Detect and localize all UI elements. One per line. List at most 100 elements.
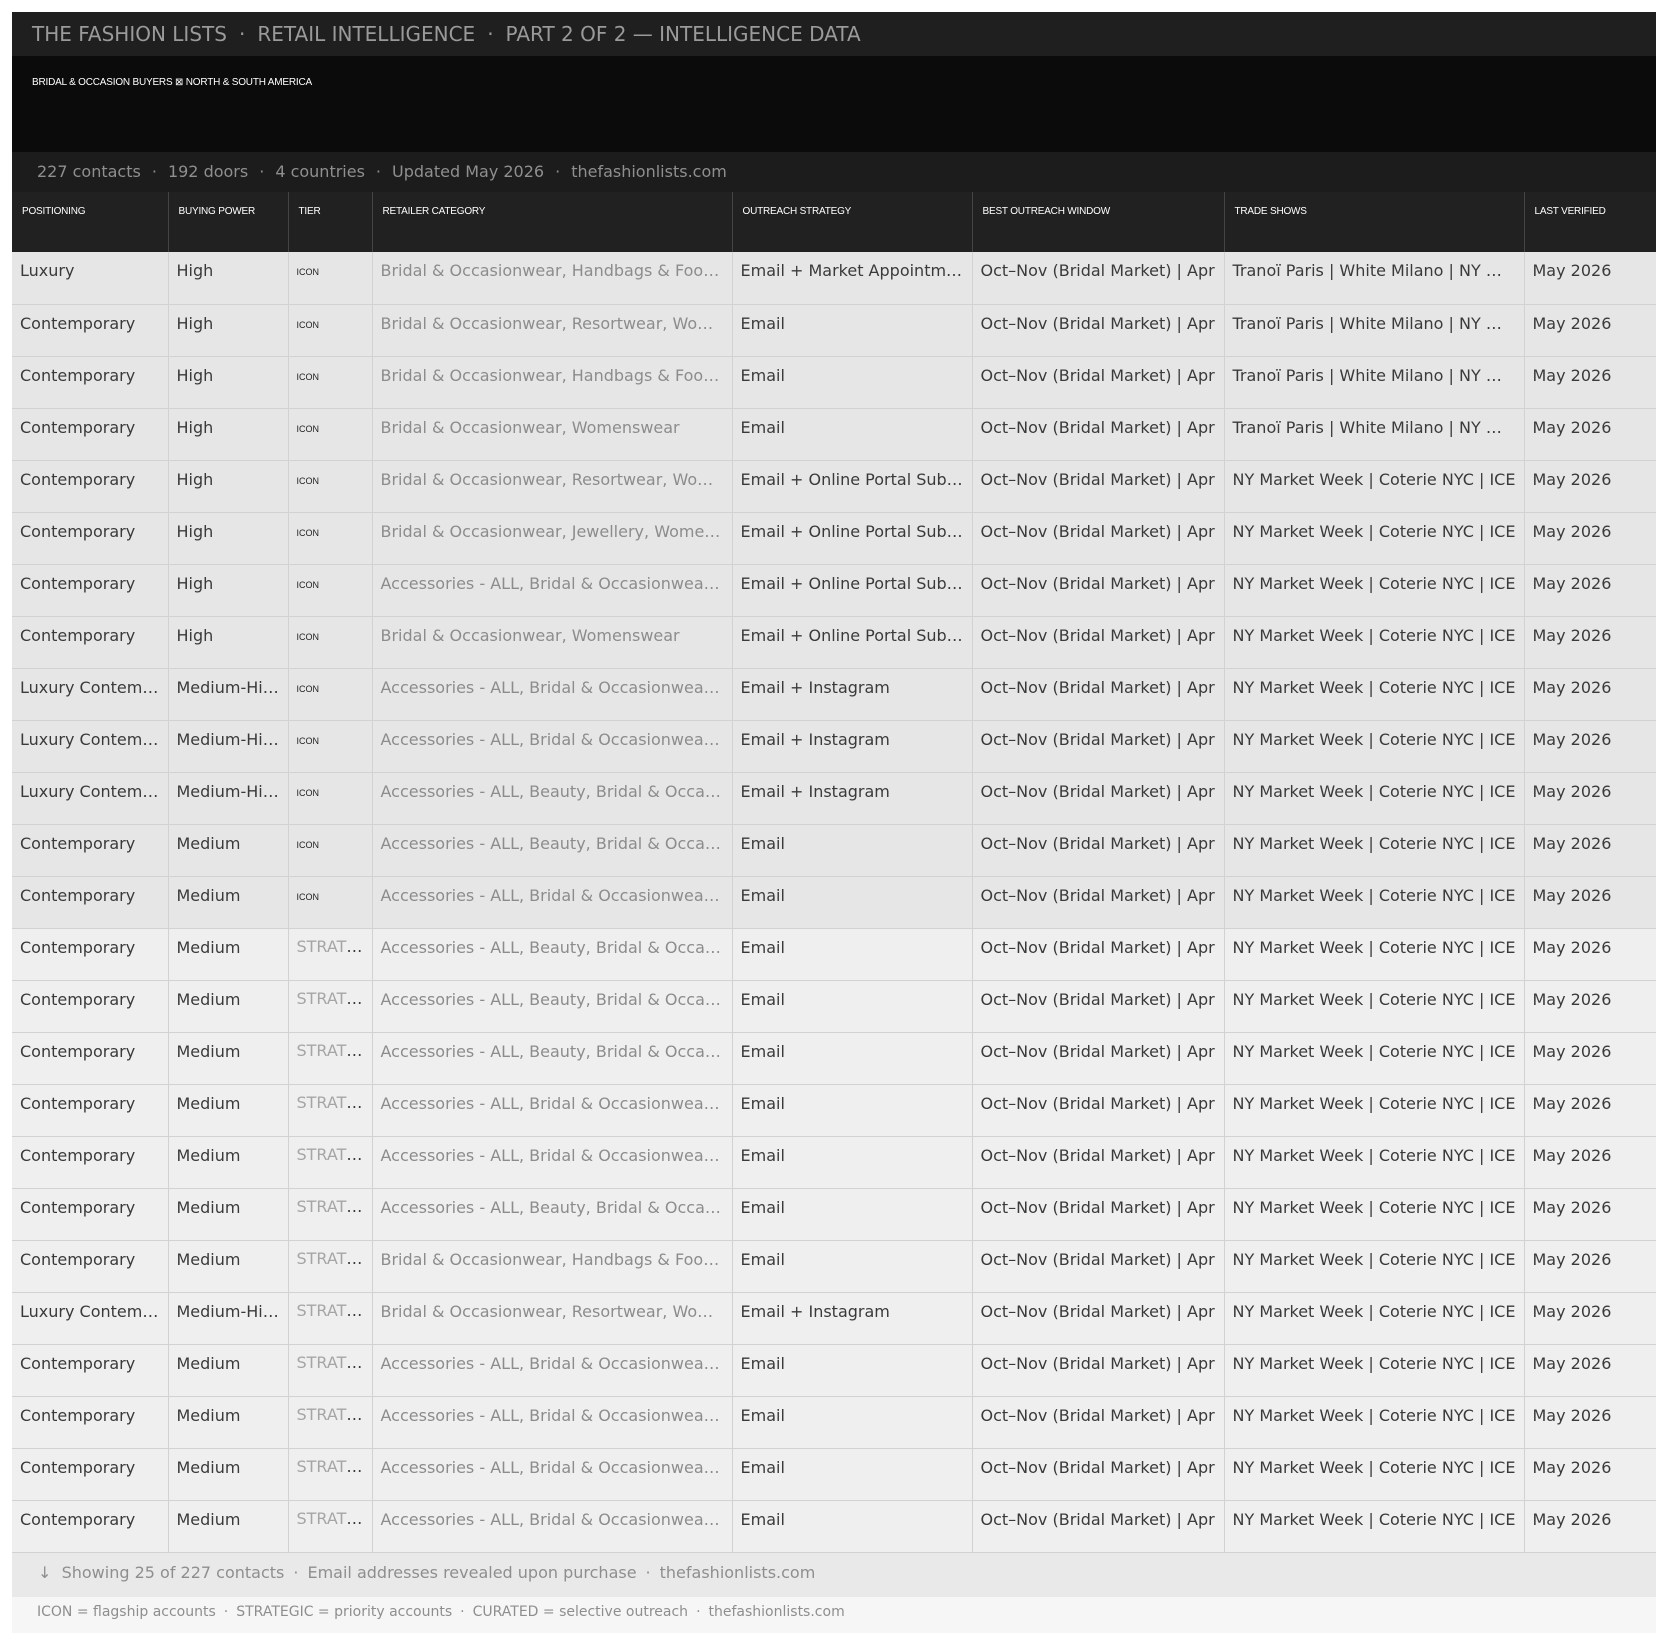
table-row[interactable]: Contemporary High ICON Bridal & Occasionwea… — [12, 512, 1656, 565]
cell-retailer-category: Accessories - ALL, Bridal & Occasionwear… — [372, 1448, 733, 1501]
table-row[interactable]: Contemporary High ICON Bridal & Occasionwea… — [12, 616, 1656, 669]
cell-tier: ICON — [288, 564, 373, 617]
countries-count: 4 countries — [275, 162, 365, 181]
cell-trade-shows: NY Market Week | Coterie NYC | ICE — [1224, 928, 1525, 981]
table-row[interactable]: ContemporaryMedium STRATEGICAccessories -… — [12, 1188, 1656, 1241]
table-row[interactable]: ContemporaryMedium STRATEGICAccessories -… — [12, 928, 1656, 981]
table-row[interactable]: Contemporary Medium ICON Accessories - ALL,… — [12, 824, 1656, 877]
cell-positioning: Contemporary — [12, 1240, 169, 1293]
cell-outreach-strategy: Email + Online Portal Submission — [732, 460, 973, 513]
table-row[interactable]: Contemporary Medium ICON Accessories - ALL,… — [12, 876, 1656, 929]
col-last-verified[interactable]: LAST VERIFIED — [1524, 192, 1656, 252]
table-row[interactable]: Luxury ContemporaryMedium-High ICON Access… — [12, 720, 1656, 773]
cell-tier: ICON — [288, 304, 373, 357]
site-link[interactable]: thefashionlists.com — [571, 162, 727, 181]
list-subtitle: BRIDAL & OCCASION BUYERS ⊠ NORTH & SOUTH… — [32, 77, 312, 88]
cell-buying-power: Medium — [168, 1344, 289, 1397]
separator: · — [151, 162, 157, 181]
cell-retailer-category: Bridal & Occasionwear, Handbags & Footwe… — [372, 356, 733, 409]
cell-last-verified: May 2026 — [1524, 356, 1656, 409]
col-positioning[interactable]: POSITIONING — [12, 192, 169, 252]
table-row[interactable]: ContemporaryMedium STRATEGICAccessories -… — [12, 1084, 1656, 1137]
tier-badge: STRATEGIC — [296, 1040, 372, 1060]
contacts-count: 227 contacts — [37, 162, 141, 181]
cell-trade-shows: Tranoï Paris | White Milano | NY Market … — [1224, 252, 1525, 305]
cell-outreach-window: Oct–Nov (Bridal Market) | Apr — [972, 304, 1225, 357]
tier-badge: STRATEGIC — [296, 988, 372, 1008]
table-row[interactable]: ContemporaryMedium STRATEGICAccessories -… — [12, 1448, 1656, 1501]
intelligence-table: POSITIONING BUYING POWER TIER RETAILER C… — [12, 192, 1656, 1553]
cell-buying-power: Medium — [168, 1032, 289, 1085]
cell-retailer-category: Bridal & Occasionwear, Womenswear — [372, 408, 733, 461]
table-row[interactable]: ContemporaryMedium STRATEGICAccessories -… — [12, 1032, 1656, 1085]
table-row[interactable]: ContemporaryMedium STRATEGICAccessories -… — [12, 1396, 1656, 1449]
cell-buying-power: Medium — [168, 1188, 289, 1241]
table-row[interactable]: Contemporary High ICON Bridal & Occasionwea… — [12, 460, 1656, 513]
cell-trade-shows: NY Market Week | Coterie NYC | ICE — [1224, 1448, 1525, 1501]
cell-retailer-category: Bridal & Occasionwear, Jewellery, Womens… — [372, 512, 733, 565]
legend-site-link[interactable]: thefashionlists.com — [709, 1604, 845, 1620]
cell-tier: STRATEGIC — [288, 980, 373, 1033]
table-row[interactable]: Luxury ContemporaryMedium-High STRATEGICB… — [12, 1292, 1656, 1345]
table-row[interactable]: ContemporaryMedium STRATEGICAccessories -… — [12, 1136, 1656, 1189]
tier-badge: STRATEGIC — [296, 1196, 372, 1216]
cell-positioning: Luxury — [12, 252, 169, 305]
table-row[interactable]: ContemporaryMedium STRATEGICAccessories -… — [12, 1500, 1656, 1553]
table-row[interactable]: ContemporaryMedium STRATEGICBridal & Occa… — [12, 1240, 1656, 1293]
cell-buying-power: Medium — [168, 1396, 289, 1449]
cell-retailer-category: Bridal & Occasionwear, Womenswear — [372, 616, 733, 669]
cell-trade-shows: NY Market Week | Coterie NYC | ICE — [1224, 512, 1525, 565]
col-trade-shows[interactable]: TRADE SHOWS — [1224, 192, 1525, 252]
cell-outreach-strategy: Email — [732, 1084, 973, 1137]
cell-buying-power: Medium — [168, 876, 289, 929]
tier-badge: STRATEGIC — [296, 1404, 372, 1424]
table-row[interactable]: Luxury ContemporaryMedium-High ICON Access… — [12, 772, 1656, 825]
table-row[interactable]: ContemporaryMedium STRATEGICAccessories -… — [12, 1344, 1656, 1397]
cell-positioning: Contemporary — [12, 408, 169, 461]
cell-positioning: Contemporary — [12, 980, 169, 1033]
cell-buying-power: Medium — [168, 824, 289, 877]
tier-badge: STRATEGIC — [296, 1144, 372, 1164]
cell-retailer-category: Accessories - ALL, Bridal & Occasionwear… — [372, 1396, 733, 1449]
col-best-outreach-window[interactable]: BEST OUTREACH WINDOW — [972, 192, 1225, 252]
separator: · — [238, 22, 246, 46]
cell-trade-shows: NY Market Week | Coterie NYC | ICE — [1224, 1136, 1525, 1189]
table-row[interactable]: Contemporary High ICON Bridal & Occasionwea… — [12, 356, 1656, 409]
col-retailer-category[interactable]: RETAILER CATEGORY — [372, 192, 733, 252]
cell-tier: STRATEGIC — [288, 1188, 373, 1241]
cell-retailer-category: Accessories - ALL, Bridal & Occasionwear… — [372, 1136, 733, 1189]
footer-site-link[interactable]: thefashionlists.com — [660, 1563, 816, 1582]
cell-buying-power: Medium — [168, 1500, 289, 1553]
cell-tier: ICON — [288, 720, 373, 773]
cell-trade-shows: NY Market Week | Coterie NYC | ICE — [1224, 1188, 1525, 1241]
cell-outreach-window: Oct–Nov (Bridal Market) | Apr — [972, 616, 1225, 669]
cell-retailer-category: Accessories - ALL, Bridal & Occasionwear… — [372, 1344, 733, 1397]
table-row[interactable]: Contemporary High ICON Accessories - ALL, B… — [12, 564, 1656, 617]
col-outreach-strategy[interactable]: OUTREACH STRATEGY — [732, 192, 973, 252]
cell-buying-power: High — [168, 408, 289, 461]
col-buying-power[interactable]: BUYING POWER — [168, 192, 289, 252]
cell-retailer-category: Accessories - ALL, Beauty, Bridal & Occa… — [372, 772, 733, 825]
document-frame: THE FASHION LISTS · RETAIL INTELLIGENCE · PA… — [12, 12, 1656, 1633]
cell-trade-shows: NY Market Week | Coterie NYC | ICE — [1224, 1084, 1525, 1137]
table-row[interactable]: Luxury High ICON Bridal & Occasionwear, Han… — [12, 252, 1656, 305]
cell-last-verified: May 2026 — [1524, 1500, 1656, 1553]
cell-tier: STRATEGIC — [288, 1500, 373, 1553]
col-tier[interactable]: TIER — [288, 192, 373, 252]
legend-icon: ICON = flagship accounts — [37, 1603, 216, 1620]
cell-last-verified: May 2026 — [1524, 720, 1656, 773]
table-row[interactable]: Contemporary High ICON Bridal & Occasionwea… — [12, 304, 1656, 357]
table-row[interactable]: Contemporary High ICON Bridal & Occasionwea… — [12, 408, 1656, 461]
cell-buying-power: High — [168, 356, 289, 409]
table-row[interactable]: Luxury ContemporaryMedium-High ICON Access… — [12, 668, 1656, 721]
cell-positioning: Contemporary — [12, 1136, 169, 1189]
cell-positioning: Contemporary — [12, 564, 169, 617]
separator: · — [555, 162, 561, 181]
cell-outreach-strategy: Email + Instagram — [732, 1292, 973, 1345]
cell-outreach-strategy: Email — [732, 1032, 973, 1085]
cell-trade-shows: NY Market Week | Coterie NYC | ICE — [1224, 1292, 1525, 1345]
cell-buying-power: Medium — [168, 1240, 289, 1293]
tier-badge: ICON — [296, 319, 320, 330]
tier-badge: ICON — [296, 891, 320, 902]
table-row[interactable]: ContemporaryMedium STRATEGICAccessories -… — [12, 980, 1656, 1033]
